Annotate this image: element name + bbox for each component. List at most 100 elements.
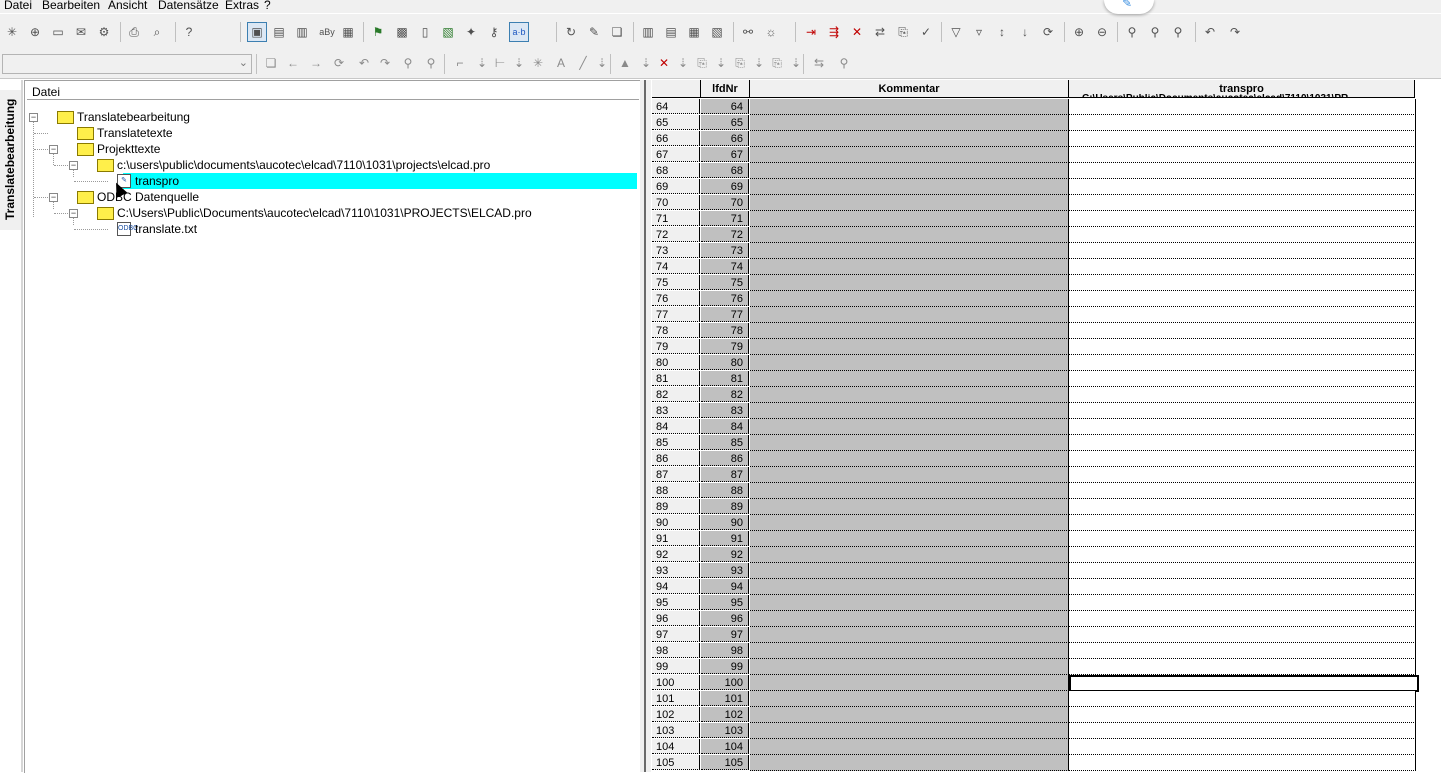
cell-lfdnr[interactable]: 73	[701, 243, 749, 258]
table-row[interactable]: 75 75	[652, 275, 1441, 291]
mark-next-icon[interactable]: ⇥	[803, 24, 819, 40]
table-row[interactable]: 82 82	[652, 387, 1441, 403]
delete-icon[interactable]: ✕	[656, 55, 672, 71]
table-row[interactable]: 72 72	[652, 227, 1441, 243]
cell-lfdnr[interactable]: 100	[701, 675, 749, 690]
cell-kommentar[interactable]	[750, 611, 1069, 627]
table-row[interactable]: 94 94	[652, 579, 1441, 595]
refresh-icon[interactable]: ↻	[563, 24, 579, 40]
table-c-icon[interactable]: ▦	[686, 24, 702, 40]
collapse-toggle-icon[interactable]: −	[29, 113, 38, 122]
font-icon[interactable]: A	[553, 55, 569, 71]
cell-lfdnr[interactable]: 102	[701, 707, 749, 722]
find-icon[interactable]: ⚲	[1124, 24, 1140, 40]
cell-kommentar[interactable]	[750, 291, 1069, 307]
table-row[interactable]: 65 65	[652, 115, 1441, 131]
row-header[interactable]: 100	[652, 675, 700, 690]
draw-line-icon[interactable]: ╱	[575, 55, 591, 71]
cell-transpro[interactable]	[1069, 595, 1416, 611]
view-list-icon[interactable]: ▦	[340, 24, 356, 40]
format-icon[interactable]: ▲	[617, 55, 633, 71]
table-row[interactable]: 91 91	[652, 531, 1441, 547]
cell-transpro[interactable]	[1069, 419, 1416, 435]
row-header[interactable]: 101	[652, 691, 700, 706]
mark-all-icon[interactable]: ⇶	[826, 24, 842, 40]
cell-lfdnr[interactable]: 97	[701, 627, 749, 642]
row-header[interactable]: 89	[652, 499, 700, 514]
row-header[interactable]: 104	[652, 739, 700, 754]
table-row[interactable]: 70 70	[652, 195, 1441, 211]
cell-lfdnr[interactable]: 104	[701, 739, 749, 754]
cell-kommentar[interactable]	[750, 163, 1069, 179]
cell-transpro[interactable]	[1069, 211, 1416, 227]
row-header[interactable]: 91	[652, 531, 700, 546]
cell-transpro[interactable]	[1069, 531, 1416, 547]
grid-header-lfdnr[interactable]: lfdNr	[701, 80, 750, 98]
table-row[interactable]: 87 87	[652, 467, 1441, 483]
cell-transpro[interactable]	[1069, 179, 1416, 195]
cell-lfdnr[interactable]: 78	[701, 323, 749, 338]
cell-kommentar[interactable]	[750, 499, 1069, 515]
pin-icon[interactable]: ⇣	[474, 55, 490, 71]
menu-item-datei[interactable]: Datei	[4, 0, 32, 12]
row-header[interactable]: 94	[652, 579, 700, 594]
pin6-icon[interactable]: ⇣	[713, 55, 729, 71]
cell-transpro[interactable]	[1069, 547, 1416, 563]
pin8-icon[interactable]: ⇣	[788, 55, 804, 71]
cell-lfdnr[interactable]: 89	[701, 499, 749, 514]
cell-transpro[interactable]	[1069, 323, 1416, 339]
check-icon[interactable]: ✓	[918, 24, 934, 40]
cell-transpro[interactable]	[1069, 243, 1416, 259]
help-icon[interactable]: ?	[181, 24, 197, 40]
cell-kommentar[interactable]	[750, 147, 1069, 163]
cell-lfdnr[interactable]: 77	[701, 307, 749, 322]
back-icon[interactable]: ←	[285, 55, 301, 71]
cell-kommentar[interactable]	[750, 275, 1069, 291]
undo2-icon[interactable]: ↶	[356, 55, 372, 71]
cell-lfdnr[interactable]: 72	[701, 227, 749, 242]
cell-transpro[interactable]	[1069, 707, 1416, 723]
replace-icon[interactable]: ⇄	[872, 24, 888, 40]
pin7-icon[interactable]: ⇣	[751, 55, 767, 71]
row-header[interactable]: 105	[652, 755, 700, 770]
cell-transpro[interactable]	[1069, 467, 1416, 483]
cell-transpro[interactable]	[1069, 643, 1416, 659]
cell-kommentar[interactable]	[750, 755, 1069, 771]
table-row[interactable]: 92 92	[652, 547, 1441, 563]
open-icon[interactable]: ▭	[50, 24, 66, 40]
row-header[interactable]: 68	[652, 163, 700, 178]
cell-transpro[interactable]	[1069, 403, 1416, 419]
table-row[interactable]: 88 88	[652, 483, 1441, 499]
cell-transpro[interactable]	[1069, 99, 1416, 115]
cell-kommentar[interactable]	[750, 739, 1069, 755]
row-header[interactable]: 82	[652, 387, 700, 402]
cell-kommentar[interactable]	[750, 403, 1069, 419]
copy-col2-icon[interactable]: ⎘	[732, 55, 748, 71]
row-header[interactable]: 84	[652, 419, 700, 434]
cell-lfdnr[interactable]: 75	[701, 275, 749, 290]
cell-transpro[interactable]	[1069, 275, 1416, 291]
row-header[interactable]: 99	[652, 659, 700, 674]
table-row[interactable]: 99 99	[652, 659, 1441, 675]
cell-transpro[interactable]	[1069, 259, 1416, 275]
row-header[interactable]: 70	[652, 195, 700, 210]
cell-kommentar[interactable]	[750, 307, 1069, 323]
table-row[interactable]: 67 67	[652, 147, 1441, 163]
row-header[interactable]: 77	[652, 307, 700, 322]
row-header[interactable]: 98	[652, 643, 700, 658]
collapse-toggle-icon[interactable]: −	[49, 145, 58, 154]
row-header[interactable]: 66	[652, 131, 700, 146]
table-row[interactable]: 98 98	[652, 643, 1441, 659]
table-row[interactable]: 78 78	[652, 323, 1441, 339]
cell-kommentar[interactable]	[750, 467, 1069, 483]
cell-transpro[interactable]	[1069, 499, 1416, 515]
table-row[interactable]: 86 86	[652, 451, 1441, 467]
cell-lfdnr[interactable]: 92	[701, 547, 749, 562]
row-header[interactable]: 76	[652, 291, 700, 306]
cell-kommentar[interactable]	[750, 451, 1069, 467]
cell-lfdnr[interactable]: 70	[701, 195, 749, 210]
merge-icon[interactable]: ⊢	[492, 55, 508, 71]
active-cell-transpro[interactable]	[1069, 675, 1419, 692]
pin3-icon[interactable]: ⇣	[594, 55, 610, 71]
cell-kommentar[interactable]	[750, 115, 1069, 131]
